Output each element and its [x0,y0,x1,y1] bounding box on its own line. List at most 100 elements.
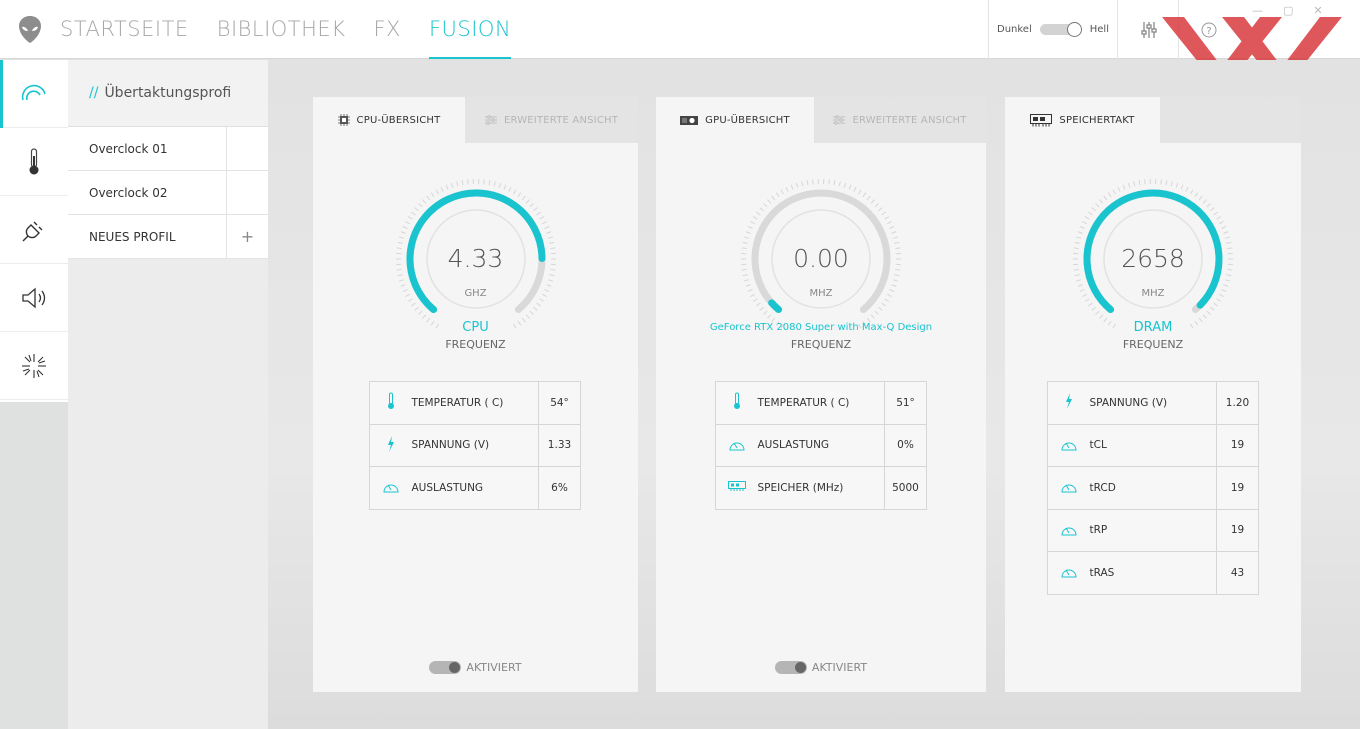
gauge-tick [881,211,887,216]
gauge-tick [1202,199,1207,204]
table-row: AUSLASTUNG 6% [369,466,581,510]
memory-name: DRAM [1133,320,1173,335]
bolt-icon [1047,381,1090,425]
tab-cpu-overview[interactable]: CPU-ÜBERSICHT [313,97,465,143]
profile-item-overclock-01[interactable]: Overclock 01 [68,126,268,171]
cpu-activated-toggle[interactable] [429,661,462,674]
stat-label: tCL [1089,423,1217,467]
tab-gpu-overview[interactable]: GPU-ÜBERSICHT [656,97,814,143]
cpu-card: CPU-ÜBERSICHT ERWEITERTE ANSICHT 4.33 GH… [313,97,638,692]
gauge-tick [795,182,799,188]
stat-value: 19 [1216,466,1259,510]
gpu-frequency-label: FREQUENZ [790,338,852,351]
profile-item-new[interactable]: NEUES PROFIL + [68,214,268,259]
gauge-tick [1127,182,1131,188]
rail-power[interactable] [0,196,68,264]
gauge-tick [410,211,416,216]
gauge-tick [747,226,753,229]
tab-label: GPU-ÜBERSICHT [705,114,790,126]
gauge-tick [745,231,751,234]
gauge-tick [1077,231,1083,234]
gauge-tick [763,203,768,208]
stat-label: SPEICHER (MHz) [757,466,885,510]
tab-label: ERWEITERTE ANSICHT [503,114,619,126]
table-row: AUSLASTUNG 0% [715,423,927,467]
gauge-tick [545,284,551,287]
gauge-icon [1047,551,1090,595]
rail-overclock[interactable] [0,60,68,128]
table-row: tRCD 19 [1047,466,1259,510]
gauge-tick [400,231,406,234]
gauge-tick [535,211,541,216]
profile-item-overclock-02[interactable]: Overclock 02 [68,170,268,215]
add-profile-button[interactable]: + [226,214,268,259]
gauge-tick [1224,236,1231,239]
rail-thermal[interactable] [0,128,68,196]
tab-memory-clock[interactable]: SPEICHERTAKT [1005,97,1160,143]
gauge-tick [874,203,879,208]
rail-lighting[interactable] [0,332,68,400]
gauge-tick [1095,310,1100,315]
gauge-tick [547,279,553,282]
tab-gpu-advanced[interactable]: ERWEITERTE ANSICHT [814,97,986,143]
gauge-tick [1107,192,1112,198]
gauge-tick [870,314,875,319]
memory-frequency-unit: MHZ [1141,288,1165,299]
gauge-tick [790,184,794,190]
maximize-icon[interactable]: ▢ [1283,4,1293,17]
stat-value: 51° [884,381,927,425]
stat-value: 54° [538,381,581,425]
gauge-tick [767,314,772,319]
gauge-tick [545,231,551,234]
gauge-tick [1095,203,1100,208]
nav-fx[interactable]: FX [373,0,400,59]
gauge-tick [1180,184,1184,190]
minimize-icon[interactable]: — [1252,4,1263,17]
gauge-tick [1091,306,1096,311]
gauge-tick [397,274,403,277]
gauge-icon [715,423,758,467]
gauge-tick [1198,195,1203,201]
power-plug-icon [22,221,43,241]
nav-startseite[interactable]: STARTSEITE [60,0,189,59]
gauge-tick [843,182,847,188]
sliders-icon [833,115,846,125]
alien-logo-icon[interactable] [19,16,41,43]
theme-toggle[interactable] [1039,22,1082,37]
gauge-tick [759,207,764,212]
close-icon[interactable]: ✕ [1313,4,1322,17]
profile-header: // Übertaktungsprofi [68,60,268,127]
gauge-tick [512,189,516,195]
gauge-tick [543,226,549,229]
stat-value: 5000 [884,466,927,510]
gauge-tick [525,199,530,204]
nav-fusion[interactable]: FUSION [428,0,512,59]
gauge-tick [886,221,892,225]
gauge-tick [1122,184,1126,190]
gauge-tick [1213,302,1219,307]
gauge-tick [1218,221,1224,225]
table-row: SPANNUNG (V) 1.20 [1047,381,1259,425]
gauge-tick [755,211,761,216]
gauge-tick [525,314,530,319]
gauge-icon [1047,508,1090,552]
gauge-tick [1165,180,1168,186]
gauge-tick [1226,274,1232,277]
gauge-tick [535,302,541,307]
rail-audio[interactable] [0,264,68,332]
gpu-name: GeForce RTX 2080 Super with Max-Q Design [709,322,933,333]
nav-bibliothek[interactable]: BIBLIOTHEK [217,0,346,59]
gauge-tick [848,184,852,190]
gauge-tick [547,236,553,239]
gauge-tick [1210,207,1215,212]
stat-label: tRAS [1089,551,1217,595]
gauge-tick [1185,186,1189,192]
top-bar: STARTSEITE BIBLIOTHEK FX FUSION Dunkel H… [0,0,1360,59]
gauge-tick [1194,192,1199,198]
gauge-tick [1206,203,1211,208]
tab-cpu-advanced[interactable]: ERWEITERTE ANSICHT [465,97,638,143]
gauge-tick [1099,314,1104,319]
gpu-activated-toggle[interactable] [774,661,807,674]
table-row: tRP 19 [1047,508,1259,552]
stat-label: AUSLASTUNG [757,423,885,467]
